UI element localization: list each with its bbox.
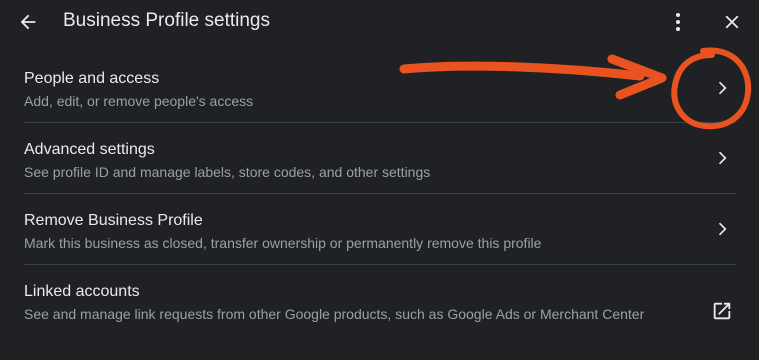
- row-subtitle: Add, edit, or remove people's access: [24, 93, 254, 109]
- more-vert-icon: [676, 13, 680, 31]
- close-button[interactable]: [718, 8, 746, 36]
- row-subtitle: Mark this business as closed, transfer o…: [24, 235, 542, 251]
- open-in-new-icon: [713, 302, 731, 320]
- chevron-right-icon: [718, 222, 727, 236]
- back-button[interactable]: [14, 8, 42, 36]
- row-subtitle: See profile ID and manage labels, store …: [24, 164, 431, 180]
- row-title: Advanced settings: [24, 141, 155, 158]
- header-bar: Business Profile settings: [0, 0, 759, 44]
- more-options-button[interactable]: [666, 8, 690, 36]
- row-subtitle: See and manage link requests from other …: [24, 306, 645, 322]
- settings-row-remove-business-profile[interactable]: Remove Business Profile Mark this busine…: [0, 194, 759, 264]
- arrow-back-icon: [20, 14, 36, 30]
- close-icon: [725, 15, 739, 29]
- row-title: Remove Business Profile: [24, 212, 203, 229]
- chevron-right-icon: [718, 81, 727, 95]
- settings-row-linked-accounts[interactable]: Linked accounts See and manage link requ…: [0, 265, 759, 360]
- settings-row-advanced-settings[interactable]: Advanced settings See profile ID and man…: [0, 123, 759, 193]
- page-title: Business Profile settings: [63, 10, 270, 31]
- row-title: Linked accounts: [24, 283, 140, 300]
- chevron-right-icon: [718, 151, 727, 165]
- row-title: People and access: [24, 70, 160, 87]
- settings-row-people-and-access[interactable]: People and access Add, edit, or remove p…: [0, 56, 759, 122]
